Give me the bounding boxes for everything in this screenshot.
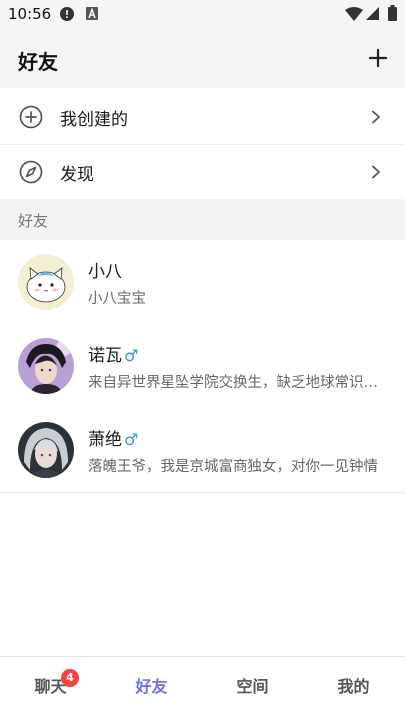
status-time: 10:56 [8, 5, 52, 23]
menu-item-label: 发现 [60, 165, 94, 185]
menu-item-label: 我创建的 [60, 110, 128, 130]
friend-name-text: 萧绝 [88, 430, 122, 450]
plus-icon[interactable] [367, 47, 389, 69]
a-icon [86, 7, 98, 20]
tab-label: 空间 [236, 677, 269, 696]
app-header: 好友 [0, 30, 405, 88]
unread-badge: 4 [61, 669, 79, 687]
compass-icon [19, 160, 43, 184]
friend-desc: 小八宝宝 [88, 291, 146, 307]
status-bar: 10:56 [0, 0, 405, 30]
friend-name: 小八 [88, 257, 124, 282]
friend-name-text: 诺瓦 [88, 346, 122, 366]
friend-desc: 来自异世界星坠学院交换生，缺乏地球常识，对一切都充满好奇 [88, 375, 383, 391]
tab-chat[interactable]: 聊天 4 [0, 657, 101, 714]
alert-icon [60, 7, 74, 21]
friend-item[interactable]: 诺瓦♂ 来自异世界星坠学院交换生，缺乏地球常识，对一切都充满好奇 [0, 324, 405, 409]
avatar [18, 254, 74, 310]
page-title: 好友 [18, 50, 58, 74]
section-header: 好友 [0, 199, 405, 240]
friend-desc: 落魄王爷，我是京城富商独女，对你一见钟情 [88, 459, 378, 475]
plus-circle-icon [19, 105, 43, 129]
tab-label: 好友 [135, 677, 168, 696]
tab-me[interactable]: 我的 [303, 657, 404, 714]
avatar [18, 422, 74, 478]
signal-icon [366, 7, 379, 20]
avatar [18, 338, 74, 394]
menu-item-created[interactable]: 我创建的 [0, 90, 405, 145]
friend-item[interactable]: 小八 小八宝宝 [0, 240, 405, 325]
section-title: 好友 [18, 212, 49, 230]
tab-friends[interactable]: 好友 [101, 657, 202, 714]
wifi-icon [345, 7, 363, 21]
chevron-right-icon [372, 165, 380, 179]
chevron-right-icon [372, 110, 380, 124]
friend-name: 萧绝 ♂ [88, 425, 138, 450]
friend-item[interactable]: 萧绝 ♂ 落魄王爷，我是京城富商独女，对你一见钟情 [0, 408, 405, 493]
friend-name-text: 小八 [88, 262, 122, 282]
tab-label: 我的 [337, 677, 370, 696]
battery-icon [388, 5, 397, 21]
menu-item-discover[interactable]: 发现 [0, 145, 405, 200]
friend-name: 诺瓦 ♂ [88, 341, 138, 366]
gender-icon: ♂ [124, 430, 139, 449]
bottom-tab-bar: 聊天 4 好友 空间 我的 [0, 656, 405, 714]
gender-icon: ♂ [124, 346, 139, 365]
tab-space[interactable]: 空间 [202, 657, 303, 714]
